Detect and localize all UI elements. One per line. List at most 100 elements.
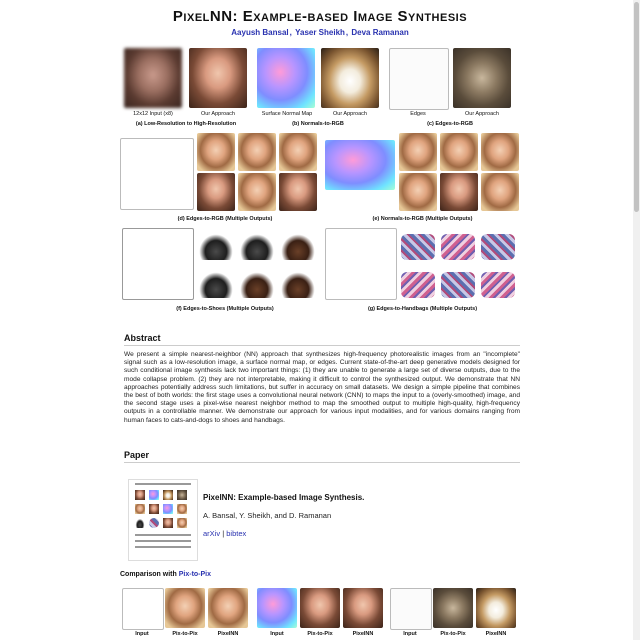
scrollbar-thumb[interactable] (634, 2, 639, 212)
thumbnail-figure (135, 490, 145, 500)
face-output-image (238, 173, 276, 211)
vertical-scrollbar[interactable] (633, 0, 640, 640)
thumbnail-figure (149, 518, 159, 528)
handbag-output-image (441, 272, 475, 298)
face-output-image (399, 173, 437, 211)
comparison-pixelnn-image (208, 588, 248, 628)
face-output-image (399, 133, 437, 171)
face-output-image (279, 133, 317, 171)
dog-output-image (321, 48, 379, 108)
handbag-output-image (441, 234, 475, 260)
thumbnail-figure (177, 490, 187, 500)
comparison-label: Input (403, 631, 417, 637)
comparison-pix2pix-image (433, 588, 473, 628)
shoe-output-image (197, 232, 235, 260)
face-output-image (481, 133, 519, 171)
shoe-output-image (197, 270, 235, 298)
image-caption: 12x12 Input (x8) (133, 111, 173, 117)
subfigure-caption: (b) Normals-to-RGB (292, 121, 344, 127)
subfigure-caption: (f) Edges-to-Shoes (Multiple Outputs) (176, 306, 274, 312)
thumbnail-figure (177, 504, 187, 514)
face-normal-image (325, 140, 395, 190)
face-output-image (197, 173, 235, 211)
comparison-heading: Comparison with Pix-to-Pix (120, 571, 211, 578)
section-divider (124, 345, 520, 346)
thumbnail-title-line (135, 483, 191, 485)
handbag-output-image (401, 272, 435, 298)
abstract-heading: Abstract (124, 333, 161, 343)
shoe-output-image (279, 232, 317, 260)
link-separator: | (222, 529, 225, 538)
image-caption: Surface Normal Map (261, 111, 313, 117)
subfigure-caption: (e) Normals-to-RGB (Multiple Outputs) (372, 216, 473, 222)
cat-edges-image (389, 48, 449, 110)
handbag-output-image (481, 272, 515, 298)
comparison-prefix: Comparison with (120, 571, 179, 578)
handbag-output-image (401, 234, 435, 260)
author-link[interactable]: Yaser Sheikh (295, 28, 345, 37)
thumbnail-text-line (135, 534, 191, 536)
thumbnail-figure (163, 518, 173, 528)
face-edges-image (120, 138, 194, 210)
shoe-output-image (238, 232, 276, 260)
comparison-label: PixelNN (485, 631, 507, 637)
thumbnail-figure (177, 518, 187, 528)
subfigure-caption: (d) Edges-to-RGB (Multiple Outputs) (177, 216, 273, 222)
handbag-output-image (481, 234, 515, 260)
face-output-image (238, 133, 276, 171)
comparison-pix2pix-image (165, 588, 205, 628)
page: PixelNN: Example-based Image Synthesis A… (0, 0, 640, 640)
image-caption: Our Approach (201, 111, 235, 117)
thumbnail-figure (149, 504, 159, 514)
pix-to-pix-link[interactable]: Pix-to-Pix (179, 571, 211, 578)
bibtex-link[interactable]: bibtex (226, 529, 246, 538)
author-link[interactable]: Aayush Bansal (231, 28, 288, 37)
subfigure-caption: (g) Edges-to-Handbags (Multiple Outputs) (367, 306, 478, 312)
comparison-label: Pix-to-Pix (307, 631, 333, 637)
section-divider (124, 462, 520, 463)
comparison-label: Pix-to-Pix (172, 631, 198, 637)
face-output-image (440, 173, 478, 211)
comparison-input-image (390, 588, 432, 630)
thumbnail-figure (163, 504, 173, 514)
comparison-label: Input (135, 631, 149, 637)
paper-title: PixelNN: Example-based Image Synthesis. (203, 493, 365, 502)
comparison-label: PixelNN (217, 631, 239, 637)
comparison-label: Input (270, 631, 284, 637)
image-caption: Edges (410, 111, 426, 117)
thumbnail-text-line (135, 540, 191, 542)
comparison-pix2pix-image (300, 588, 340, 628)
comparison-label: PixelNN (352, 631, 374, 637)
shoe-output-image (238, 270, 276, 298)
arxiv-link[interactable]: arXiv (203, 529, 220, 538)
paper-thumbnail[interactable] (128, 479, 198, 561)
shoe-edges-image (122, 228, 194, 300)
paper-heading: Paper (124, 450, 150, 460)
page-title: PixelNN: Example-based Image Synthesis (172, 8, 468, 25)
cat-output-image (453, 48, 511, 108)
thumbnail-text-line (135, 546, 191, 548)
low-res-input-image (124, 48, 182, 108)
surface-normal-image (257, 48, 315, 108)
comparison-pixelnn-image (476, 588, 516, 628)
image-caption: Our Approach (465, 111, 499, 117)
comparison-input-image (257, 588, 297, 628)
face-output-image (440, 133, 478, 171)
comparison-pixelnn-image (343, 588, 383, 628)
shoe-output-image (279, 270, 317, 298)
subfigure-caption: (c) Edges-to-RGB (427, 121, 473, 127)
thumbnail-figure (135, 518, 145, 528)
high-res-output-image (189, 48, 247, 108)
handbag-edges-image (325, 228, 397, 300)
author-link[interactable]: Deva Ramanan (351, 28, 408, 37)
face-output-image (279, 173, 317, 211)
comparison-label: Pix-to-Pix (440, 631, 466, 637)
thumbnail-figure (163, 490, 173, 500)
author-list: Aayush Bansal, Yaser Sheikh, Deva Ramana… (231, 28, 409, 37)
comparison-input-image (122, 588, 164, 630)
subfigure-caption: (a) Low-Resolution to High-Resolution (135, 121, 237, 127)
thumbnail-figure (135, 504, 145, 514)
paper-links: arXiv | bibtex (203, 529, 246, 538)
face-output-image (481, 173, 519, 211)
thumbnail-figure (149, 490, 159, 500)
